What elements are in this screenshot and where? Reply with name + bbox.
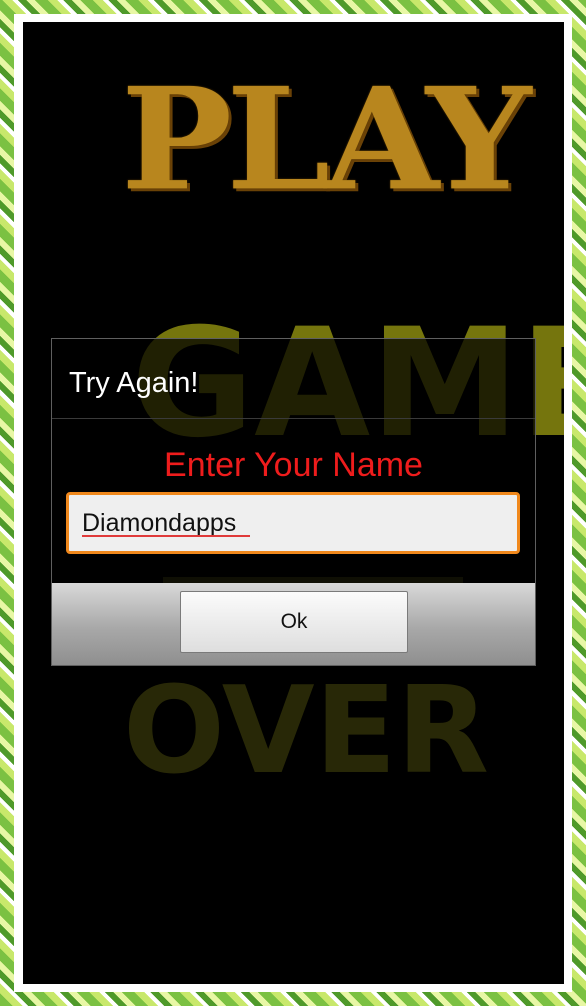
ok-button[interactable]: Ok xyxy=(180,591,408,653)
background-play-logo: PLAY xyxy=(121,56,531,222)
name-input[interactable] xyxy=(66,492,520,554)
try-again-dialog: Try Again! Enter Your Name Ok xyxy=(51,338,536,666)
enter-name-prompt: Enter Your Name xyxy=(164,446,423,484)
dialog-divider xyxy=(52,418,535,419)
background-over-logo: OVER xyxy=(123,662,490,801)
spellcheck-underline xyxy=(82,535,250,537)
dialog-button-bar: Ok xyxy=(52,583,535,665)
dialog-title: Try Again! xyxy=(69,367,199,399)
